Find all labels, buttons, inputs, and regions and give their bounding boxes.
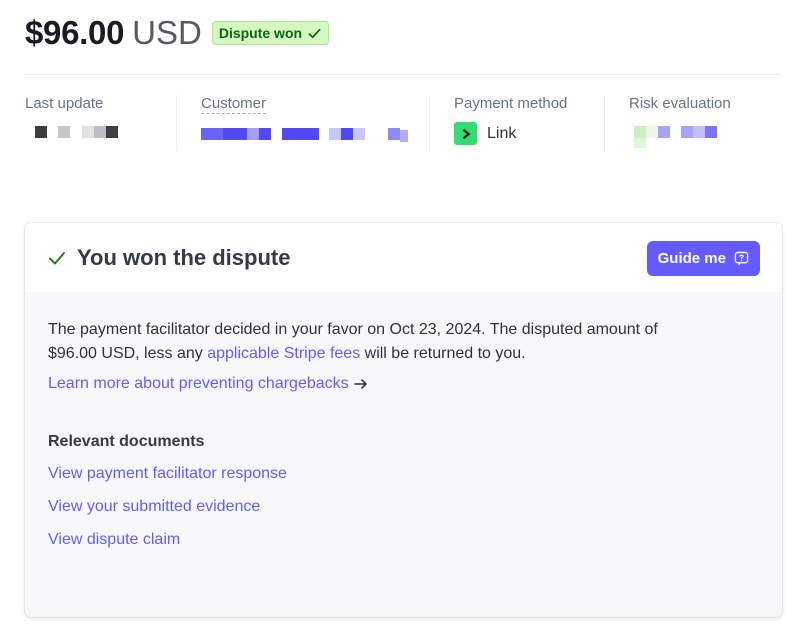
customer-label[interactable]: Customer xyxy=(201,95,267,114)
header-divider xyxy=(25,74,781,75)
facilitator-response-link[interactable]: View payment facilitator response xyxy=(48,465,759,485)
payment-method-label: Payment method xyxy=(454,95,568,112)
last-update-column: Last update xyxy=(25,95,175,151)
payment-method-column: Payment method Link xyxy=(429,95,604,151)
last-update-label: Last update xyxy=(25,95,104,112)
risk-evaluation-label: Risk evaluation xyxy=(629,95,731,112)
last-update-value-redacted xyxy=(25,126,175,150)
relevant-documents-heading: Relevant documents xyxy=(48,433,205,450)
risk-evaluation-value-redacted xyxy=(629,126,781,150)
dispute-amount: $96.00 xyxy=(25,14,125,51)
customer-value-redacted[interactable] xyxy=(201,128,429,152)
dispute-claim-link[interactable]: View dispute claim xyxy=(48,531,759,551)
outcome-text-part2: will be returned to you. xyxy=(360,345,526,362)
learn-more-link[interactable]: Learn more about preventing chargebacks xyxy=(48,375,759,393)
dispute-currency: USD xyxy=(132,14,202,51)
status-badge-label: Dispute won xyxy=(218,25,303,41)
summary-row: Last update Customer Payment method Link… xyxy=(25,95,781,151)
outcome-description: The payment facilitator decided in your … xyxy=(48,318,698,366)
check-icon xyxy=(49,251,65,264)
help-icon xyxy=(734,251,749,266)
card-body: The payment facilitator decided in your … xyxy=(25,292,782,551)
learn-more-label: Learn more about preventing chargebacks xyxy=(48,375,349,392)
card-title: You won the dispute xyxy=(77,244,291,270)
link-logo-icon xyxy=(454,122,477,145)
customer-column: Customer xyxy=(176,95,429,151)
stripe-fees-link[interactable]: applicable Stripe fees xyxy=(207,345,360,362)
payment-method-name: Link xyxy=(487,124,517,142)
guide-me-label: Guide me xyxy=(657,250,726,267)
payment-method-value: Link xyxy=(454,122,604,145)
check-icon xyxy=(308,28,321,38)
dispute-outcome-card: You won the dispute Guide me The payment… xyxy=(25,223,782,617)
page-header: $96.00 USD Dispute won xyxy=(25,14,330,52)
guide-me-button[interactable]: Guide me xyxy=(646,241,760,276)
risk-evaluation-column: Risk evaluation xyxy=(604,95,781,151)
submitted-evidence-link[interactable]: View your submitted evidence xyxy=(48,498,759,518)
card-header: You won the dispute Guide me xyxy=(25,223,782,292)
status-badge: Dispute won xyxy=(211,21,330,45)
arrow-right-icon xyxy=(353,379,367,389)
